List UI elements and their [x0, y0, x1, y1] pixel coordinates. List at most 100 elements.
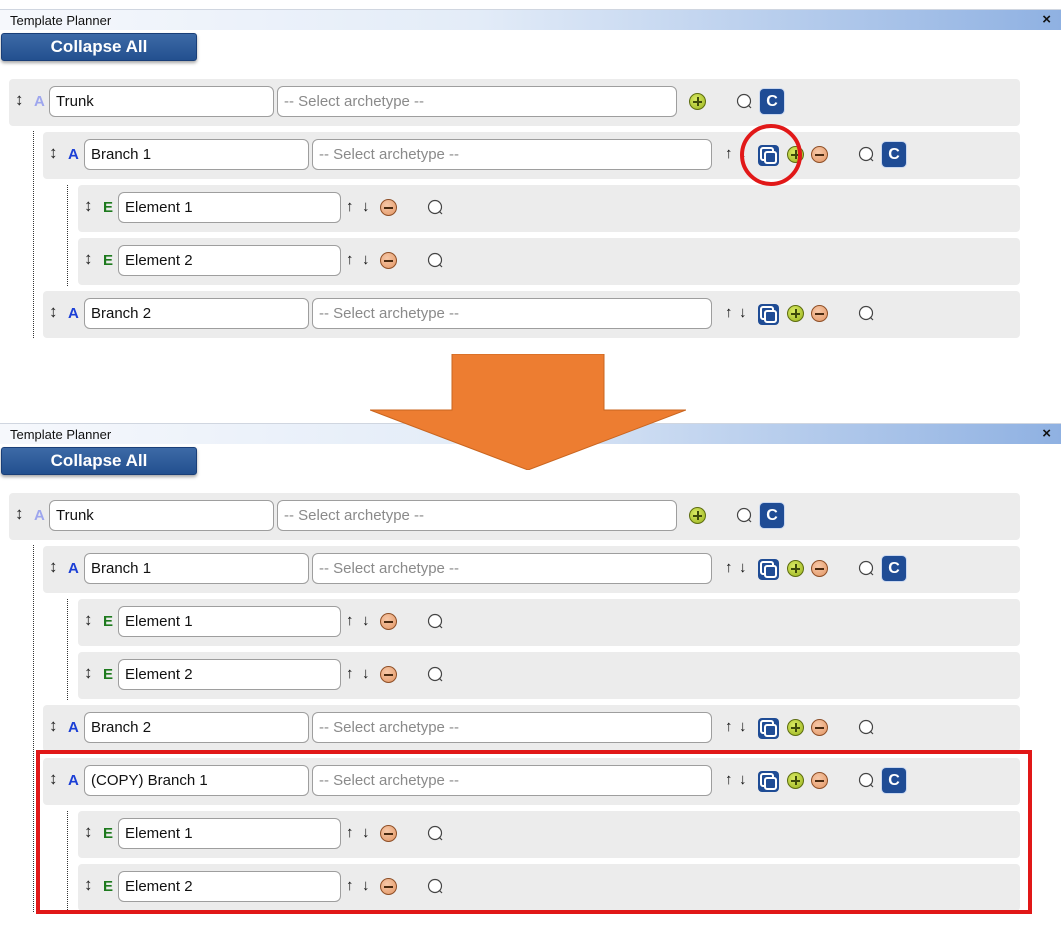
- add-icon[interactable]: [689, 93, 706, 110]
- collapse-all-button[interactable]: Collapse All: [1, 33, 197, 61]
- screenshot-root: Template Planner × Collapse All ↕ A Trun…: [0, 0, 1061, 949]
- name-input[interactable]: Branch 2: [84, 298, 309, 329]
- move-down-icon[interactable]: ↓: [739, 559, 747, 576]
- name-input[interactable]: Element 1: [118, 606, 341, 637]
- tree-row-element-2: ↕ E Element 2 ↑ ↓: [78, 238, 1020, 285]
- drag-handle-icon[interactable]: ↕: [84, 610, 93, 630]
- window-title: Template Planner: [10, 427, 112, 442]
- move-down-icon[interactable]: ↓: [362, 251, 370, 268]
- drag-handle-icon[interactable]: ↕: [15, 90, 24, 110]
- comment-icon[interactable]: [427, 252, 443, 268]
- name-input[interactable]: Branch 1: [84, 139, 309, 170]
- name-input[interactable]: Branch 2: [84, 712, 309, 743]
- archetype-select[interactable]: -- Select archetype --: [312, 553, 712, 584]
- move-up-icon[interactable]: ↑: [725, 559, 733, 576]
- move-down-icon[interactable]: ↓: [362, 612, 370, 629]
- c-button[interactable]: C: [882, 142, 906, 167]
- comment-icon[interactable]: [736, 93, 752, 109]
- drag-handle-icon[interactable]: ↕: [84, 663, 93, 683]
- archetype-select[interactable]: -- Select archetype --: [312, 712, 712, 743]
- comment-icon[interactable]: [427, 666, 443, 682]
- move-down-icon[interactable]: ↓: [739, 304, 747, 321]
- remove-icon[interactable]: [380, 199, 397, 216]
- add-icon[interactable]: [787, 560, 804, 577]
- move-down-icon[interactable]: ↓: [739, 718, 747, 735]
- name-input[interactable]: Element 1: [118, 192, 341, 223]
- move-down-icon[interactable]: ↓: [362, 665, 370, 682]
- tree-row-branch-2: ↕ A Branch 2 -- Select archetype -- ↑ ↓: [43, 291, 1020, 338]
- move-up-icon[interactable]: ↑: [725, 304, 733, 321]
- comment-icon[interactable]: [427, 199, 443, 215]
- name-input[interactable]: Trunk: [49, 86, 274, 117]
- tree-row-branch-2: ↕ A Branch 2 -- Select archetype -- ↑ ↓: [43, 705, 1020, 752]
- type-indicator: A: [68, 305, 79, 322]
- drag-handle-icon[interactable]: ↕: [49, 143, 58, 163]
- move-up-icon[interactable]: ↑: [346, 612, 354, 629]
- highlight-box: [36, 750, 1032, 914]
- name-input[interactable]: Element 2: [118, 659, 341, 690]
- comment-icon[interactable]: [858, 146, 874, 162]
- type-indicator: E: [103, 613, 114, 630]
- drag-handle-icon[interactable]: ↕: [84, 249, 93, 269]
- move-up-icon[interactable]: ↑: [346, 251, 354, 268]
- tree-row-trunk: ↕ A Trunk -- Select archetype -- C: [9, 493, 1020, 540]
- tree-row-element-1: ↕ E Element 1 ↑ ↓: [78, 599, 1020, 646]
- type-indicator: E: [103, 252, 114, 269]
- comment-icon[interactable]: [858, 560, 874, 576]
- drag-handle-icon[interactable]: ↕: [49, 716, 58, 736]
- close-button[interactable]: ×: [1042, 425, 1051, 442]
- remove-icon[interactable]: [811, 560, 828, 577]
- drag-handle-icon[interactable]: ↕: [84, 196, 93, 216]
- remove-icon[interactable]: [380, 613, 397, 630]
- title-bar: Template Planner ×: [0, 9, 1061, 30]
- tree-row-branch-1: ↕ A Branch 1 -- Select archetype -- ↑ ↓ …: [43, 132, 1020, 179]
- drag-handle-icon[interactable]: ↕: [49, 557, 58, 577]
- c-button[interactable]: C: [882, 556, 906, 581]
- remove-icon[interactable]: [811, 146, 828, 163]
- archetype-select[interactable]: -- Select archetype --: [312, 298, 712, 329]
- type-indicator: A: [34, 93, 45, 110]
- type-indicator: A: [68, 560, 79, 577]
- type-indicator: A: [68, 719, 79, 736]
- copy-icon[interactable]: [757, 303, 780, 326]
- comment-icon[interactable]: [858, 719, 874, 735]
- drag-handle-icon[interactable]: ↕: [15, 504, 24, 524]
- tree-guide-line: [33, 545, 34, 912]
- drag-handle-icon[interactable]: ↕: [49, 302, 58, 322]
- c-button[interactable]: C: [760, 89, 784, 114]
- collapse-all-button[interactable]: Collapse All: [1, 447, 197, 475]
- move-up-icon[interactable]: ↑: [346, 198, 354, 215]
- remove-icon[interactable]: [380, 666, 397, 683]
- name-input[interactable]: Trunk: [49, 500, 274, 531]
- move-up-icon[interactable]: ↑: [725, 718, 733, 735]
- copy-icon[interactable]: [757, 717, 780, 740]
- add-icon[interactable]: [689, 507, 706, 524]
- archetype-select[interactable]: -- Select archetype --: [277, 500, 677, 531]
- add-icon[interactable]: [787, 719, 804, 736]
- remove-icon[interactable]: [811, 305, 828, 322]
- type-indicator: E: [103, 199, 114, 216]
- type-indicator: A: [68, 146, 79, 163]
- archetype-select[interactable]: -- Select archetype --: [277, 86, 677, 117]
- window-title: Template Planner: [10, 13, 112, 28]
- move-down-icon[interactable]: ↓: [362, 198, 370, 215]
- type-indicator: A: [34, 507, 45, 524]
- c-button[interactable]: C: [760, 503, 784, 528]
- name-input[interactable]: Branch 1: [84, 553, 309, 584]
- comment-icon[interactable]: [858, 305, 874, 321]
- remove-icon[interactable]: [380, 252, 397, 269]
- name-input[interactable]: Element 2: [118, 245, 341, 276]
- comment-icon[interactable]: [736, 507, 752, 523]
- add-icon[interactable]: [787, 305, 804, 322]
- tree-row-element-1: ↕ E Element 1 ↑ ↓: [78, 185, 1020, 232]
- move-up-icon[interactable]: ↑: [346, 665, 354, 682]
- tree-row-trunk: ↕ A Trunk -- Select archetype -- C: [9, 79, 1020, 126]
- remove-icon[interactable]: [811, 719, 828, 736]
- tree-guide-line: [67, 185, 68, 286]
- copy-icon[interactable]: [757, 558, 780, 581]
- archetype-select[interactable]: -- Select archetype --: [312, 139, 712, 170]
- close-button[interactable]: ×: [1042, 11, 1051, 28]
- comment-icon[interactable]: [427, 613, 443, 629]
- move-up-icon[interactable]: ↑: [725, 145, 733, 162]
- type-indicator: E: [103, 666, 114, 683]
